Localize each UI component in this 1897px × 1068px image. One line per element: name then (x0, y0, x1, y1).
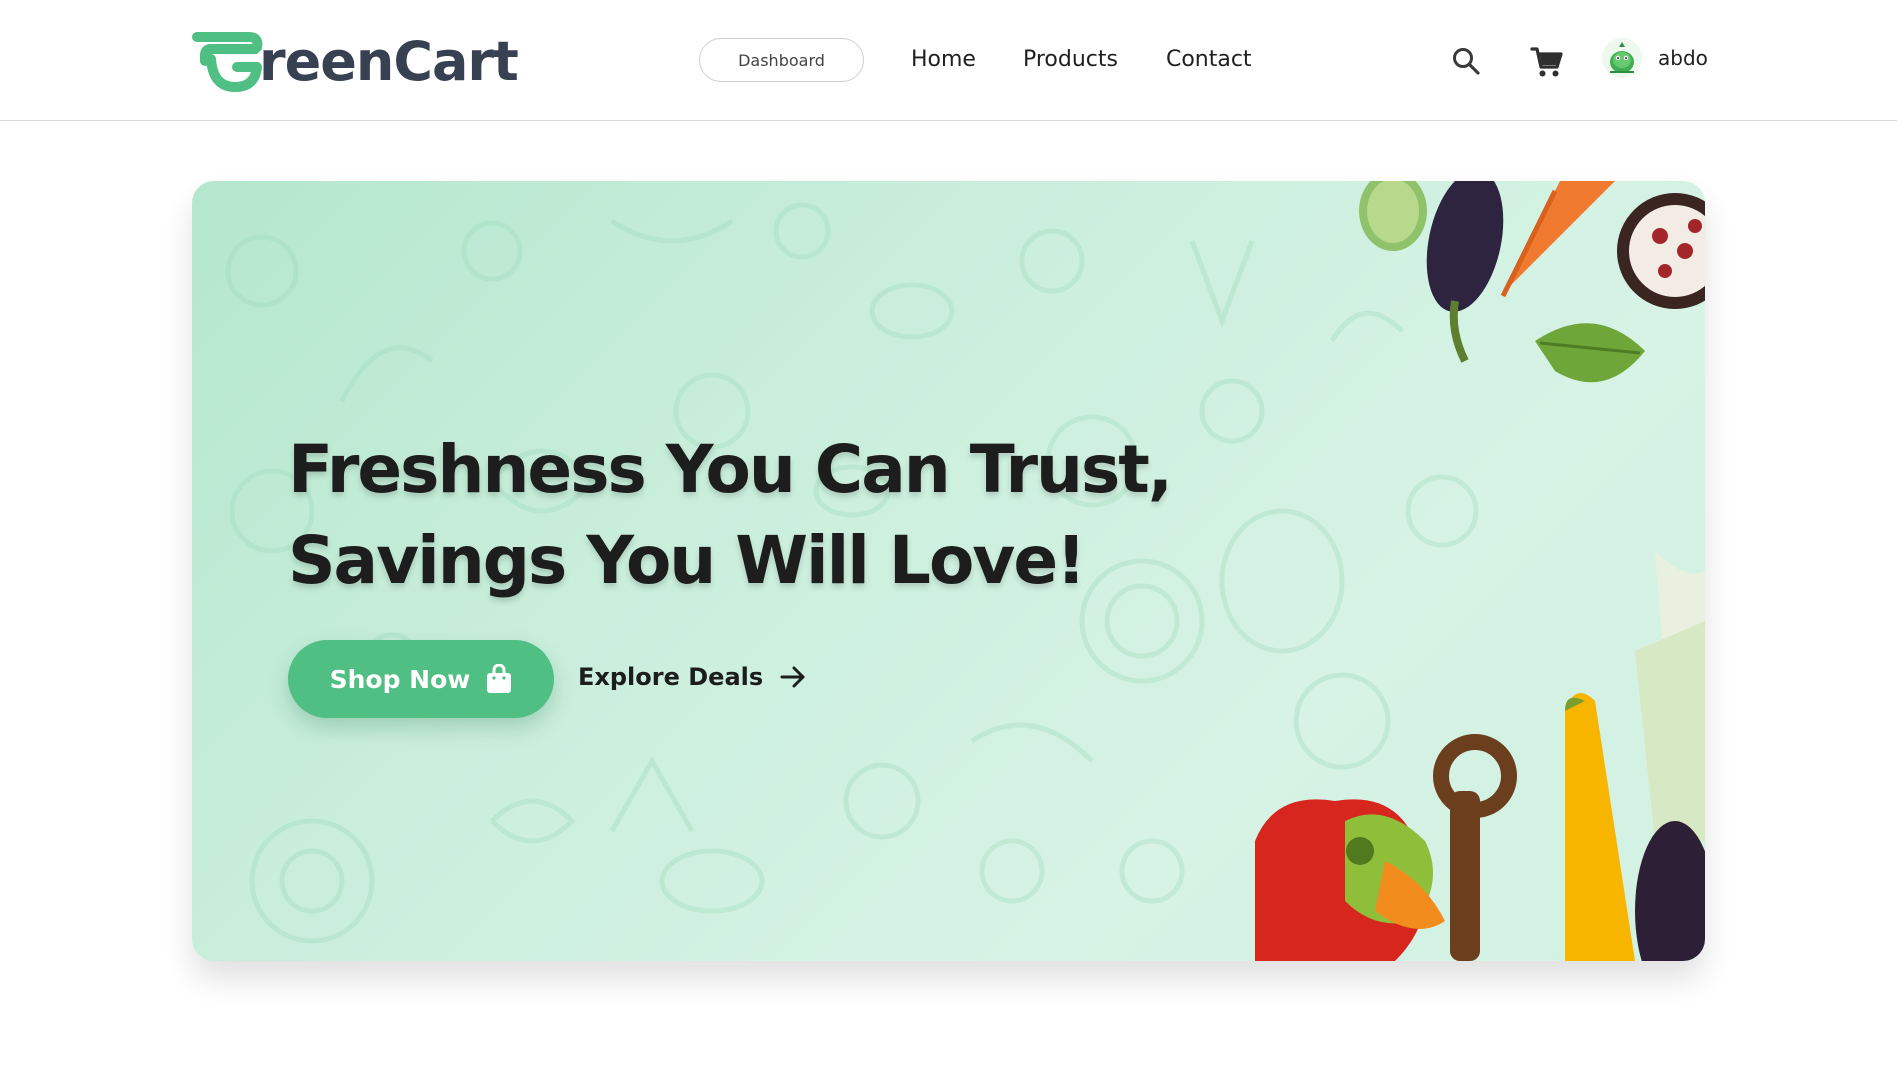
avatar-image (1602, 38, 1642, 78)
user-menu[interactable]: abdo (1602, 38, 1708, 78)
logo-g-icon (192, 32, 263, 92)
logo-text: reenCart (259, 30, 519, 93)
hero-title-line-2: Savings You Will Love! (288, 522, 1086, 599)
nav-link-products[interactable]: Products (1023, 44, 1118, 76)
explore-deals-label: Explore Deals (578, 663, 764, 691)
nav-link-contact[interactable]: Contact (1166, 44, 1252, 76)
cart-icon[interactable] (1530, 45, 1564, 79)
hero-title-line-1: Freshness You Can Trust, (288, 431, 1173, 508)
dashboard-button[interactable]: Dashboard (699, 38, 864, 82)
avatar (1602, 38, 1642, 78)
username: abdo (1658, 46, 1708, 70)
logo-link[interactable]: reenCart (191, 30, 519, 94)
hero-banner: Freshness You Can Trust, Savings You Wil… (192, 181, 1705, 961)
vegetables-top-image (1359, 181, 1705, 383)
main-nav: Home Products Contact (911, 44, 1252, 76)
shopping-bag-icon (487, 664, 512, 693)
hero-title: Freshness You Can Trust, Savings You Wil… (288, 424, 1173, 606)
shop-now-label: Shop Now (329, 664, 471, 694)
shop-now-button[interactable]: Shop Now (288, 640, 554, 718)
navbar: reenCart Dashboard Home Products Contact (0, 0, 1897, 121)
nav-link-home[interactable]: Home (911, 44, 976, 76)
arrow-right-icon (780, 666, 805, 688)
search-icon[interactable] (1451, 46, 1481, 76)
vegetables-bottom-image (1255, 551, 1705, 961)
explore-deals-link[interactable]: Explore Deals (578, 663, 807, 691)
